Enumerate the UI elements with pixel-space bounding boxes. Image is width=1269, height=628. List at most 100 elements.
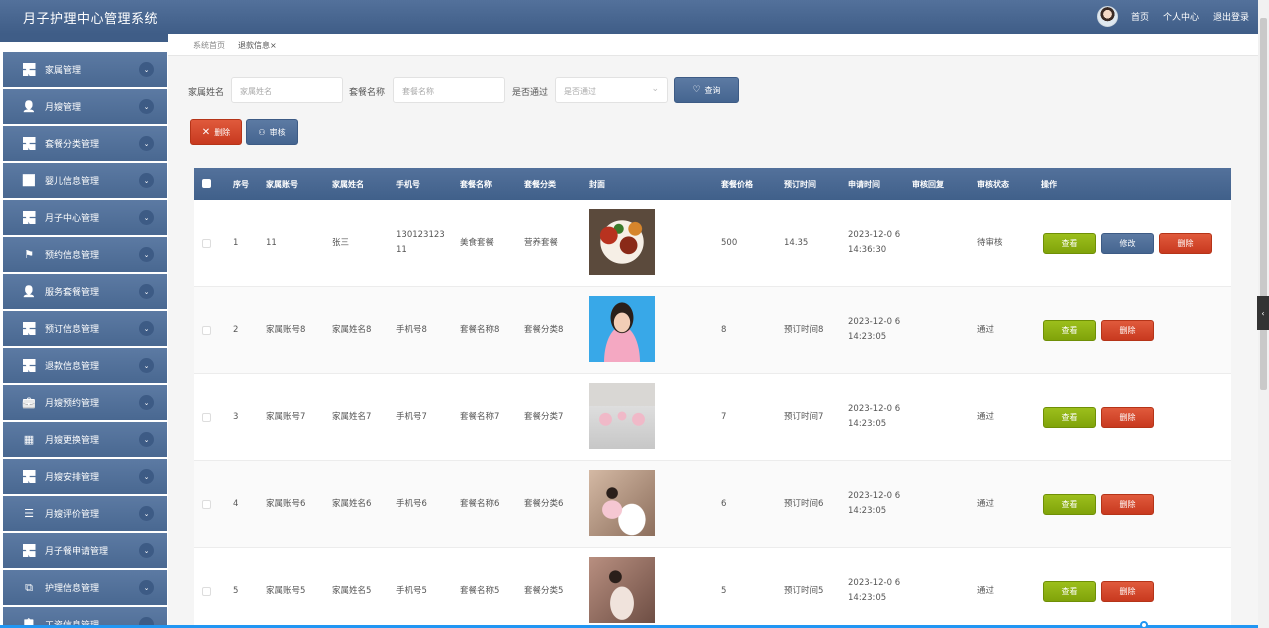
- logout-link[interactable]: 退出登录: [1213, 10, 1249, 23]
- view-button[interactable]: 查看: [1043, 233, 1096, 254]
- sidebar-item[interactable]: 家属管理 ⌄: [3, 52, 167, 87]
- select-all-checkbox[interactable]: [202, 179, 211, 188]
- sidebar-item[interactable]: 👤 服务套餐管理 ⌄: [3, 274, 167, 309]
- grid-icon: [22, 544, 36, 558]
- query-button[interactable]: ♡ 查询: [674, 77, 739, 103]
- chevron-down-icon[interactable]: ⌄: [139, 432, 154, 447]
- chevron-down-icon[interactable]: ⌄: [139, 284, 154, 299]
- column-header[interactable]: 预订时间: [784, 179, 816, 190]
- bulk-delete-button[interactable]: ✕ 删除: [190, 119, 242, 145]
- column-header[interactable]: 序号: [233, 179, 249, 190]
- row-checkbox[interactable]: [202, 587, 211, 596]
- bookmark-icon: ⧉: [25, 580, 33, 594]
- sidebar-item[interactable]: 月子中心管理 ⌄: [3, 200, 167, 235]
- sidebar-item[interactable]: ⚑ 预约信息管理 ⌄: [3, 237, 167, 272]
- home-link[interactable]: 首页: [1131, 10, 1149, 23]
- cell-price: 8: [721, 325, 727, 335]
- chevron-down-icon[interactable]: ⌄: [139, 469, 154, 484]
- package-name-input[interactable]: 套餐名称: [393, 77, 505, 103]
- chevron-left-icon[interactable]: ‹: [1257, 296, 1269, 330]
- cell-phone: 手机号6: [396, 499, 427, 509]
- review-button[interactable]: ⚇ 审核: [246, 119, 298, 145]
- column-header[interactable]: 审核回复: [912, 179, 944, 190]
- chevron-down-icon[interactable]: ⌄: [139, 358, 154, 373]
- sidebar-item[interactable]: ☰ 月嫂评价管理 ⌄: [3, 496, 167, 531]
- column-header[interactable]: 封面: [589, 179, 605, 190]
- cell-status: 通过: [977, 325, 995, 335]
- bulk-delete-label: 删除: [214, 127, 231, 137]
- row-checkbox[interactable]: [202, 239, 211, 248]
- column-header[interactable]: 套餐价格: [721, 179, 753, 190]
- chevron-down-icon[interactable]: ⌄: [139, 247, 154, 262]
- tab-home[interactable]: 系统首页: [193, 40, 225, 51]
- chevron-down-icon[interactable]: ⌄: [139, 580, 154, 595]
- table-row: 4 家属账号6 家属姓名6 手机号6 套餐名称6 套餐分类6 6 预订时间6 2023-12-0…: [194, 461, 1231, 548]
- sidebar-item-label: 月嫂安排管理: [45, 473, 100, 483]
- top-bar: 月子护理中心管理系统 首页 个人中心 退出登录: [0, 0, 1258, 34]
- chevron-down-icon[interactable]: ⌄: [139, 321, 154, 336]
- sidebar-item[interactable]: 💼 月嫂预约管理 ⌄: [3, 385, 167, 420]
- chevron-down-icon[interactable]: ⌄: [139, 210, 154, 225]
- column-header[interactable]: 家属姓名: [332, 179, 364, 190]
- cell-account: 家属账号6: [266, 499, 306, 509]
- row-checkbox[interactable]: [202, 326, 211, 335]
- column-header[interactable]: 操作: [1041, 179, 1057, 190]
- scrollbar-thumb[interactable]: [1260, 18, 1267, 390]
- family-name-input[interactable]: 家属姓名: [231, 77, 343, 103]
- view-button[interactable]: 查看: [1043, 320, 1096, 341]
- column-header[interactable]: 套餐分类: [524, 179, 556, 190]
- cell-name: 家属姓名5: [332, 586, 372, 596]
- pass-select[interactable]: 是否通过 ⌄: [555, 77, 668, 103]
- sidebar-item[interactable]: 📈 婴儿信息管理 ⌄: [3, 163, 167, 198]
- chevron-down-icon[interactable]: ⌄: [139, 99, 154, 114]
- row-checkbox[interactable]: [202, 413, 211, 422]
- view-button[interactable]: 查看: [1043, 407, 1096, 428]
- cell-package: 套餐名称7: [460, 412, 500, 422]
- table-row: 1 11 张三 130123123 11 美食套餐 营养套餐 500 14.35 2023-12…: [194, 200, 1231, 287]
- view-button[interactable]: 查看: [1043, 494, 1096, 515]
- column-header[interactable]: 审核状态: [977, 179, 1009, 190]
- chevron-down-icon[interactable]: ⌄: [139, 506, 154, 521]
- grid-icon: [22, 137, 36, 151]
- user-avatar[interactable]: [1097, 6, 1118, 27]
- progress-handle[interactable]: [1140, 621, 1148, 628]
- chevron-down-icon[interactable]: ⌄: [139, 395, 154, 410]
- column-header[interactable]: 家属账号: [266, 179, 298, 190]
- cell-apply-time: 2023-12-0 6 14:23:05: [848, 317, 901, 342]
- profile-link[interactable]: 个人中心: [1163, 10, 1199, 23]
- cell-name: 张三: [332, 238, 350, 248]
- edit-button[interactable]: 修改: [1101, 233, 1154, 254]
- column-header[interactable]: 手机号: [396, 179, 420, 190]
- cell-account: 11: [266, 238, 277, 248]
- sidebar-item[interactable]: 👤 月嫂管理 ⌄: [3, 89, 167, 124]
- chevron-down-icon[interactable]: ⌄: [139, 62, 154, 77]
- sidebar-item[interactable]: 月嫂安排管理 ⌄: [3, 459, 167, 494]
- tab-close-icon[interactable]: ×: [270, 41, 277, 50]
- column-header[interactable]: 套餐名称: [460, 179, 492, 190]
- chevron-down-icon[interactable]: ⌄: [139, 543, 154, 558]
- delete-button[interactable]: 删除: [1101, 494, 1154, 515]
- sidebar-item-label: 预约信息管理: [45, 251, 100, 261]
- tab-refund-info[interactable]: 退款信息×: [238, 40, 277, 51]
- view-button[interactable]: 查看: [1043, 581, 1096, 602]
- delete-button[interactable]: 删除: [1101, 407, 1154, 428]
- delete-button[interactable]: 删除: [1101, 581, 1154, 602]
- sidebar-item[interactable]: ⧉ 护理信息管理 ⌄: [3, 570, 167, 605]
- grid-icon: [22, 359, 36, 373]
- sidebar-item-label: 月子餐申请管理: [45, 547, 109, 557]
- cell-category: 套餐分类6: [524, 499, 564, 509]
- chevron-down-icon[interactable]: ⌄: [139, 173, 154, 188]
- sidebar-item[interactable]: ▦ 月嫂更换管理 ⌄: [3, 422, 167, 457]
- sidebar-item[interactable]: 退款信息管理 ⌄: [3, 348, 167, 383]
- column-header[interactable]: 申请时间: [848, 179, 880, 190]
- row-checkbox[interactable]: [202, 500, 211, 509]
- delete-button[interactable]: 删除: [1101, 320, 1154, 341]
- sidebar-item[interactable]: 月子餐申请管理 ⌄: [3, 533, 167, 568]
- cell-name: 家属姓名6: [332, 499, 372, 509]
- chevron-down-icon[interactable]: ⌄: [139, 136, 154, 151]
- cell-booking-time: 预订时间6: [784, 499, 824, 509]
- sidebar-item[interactable]: 预订信息管理 ⌄: [3, 311, 167, 346]
- cell-package: 套餐名称8: [460, 325, 500, 335]
- delete-button[interactable]: 删除: [1159, 233, 1212, 254]
- sidebar-item[interactable]: 套餐分类管理 ⌄: [3, 126, 167, 161]
